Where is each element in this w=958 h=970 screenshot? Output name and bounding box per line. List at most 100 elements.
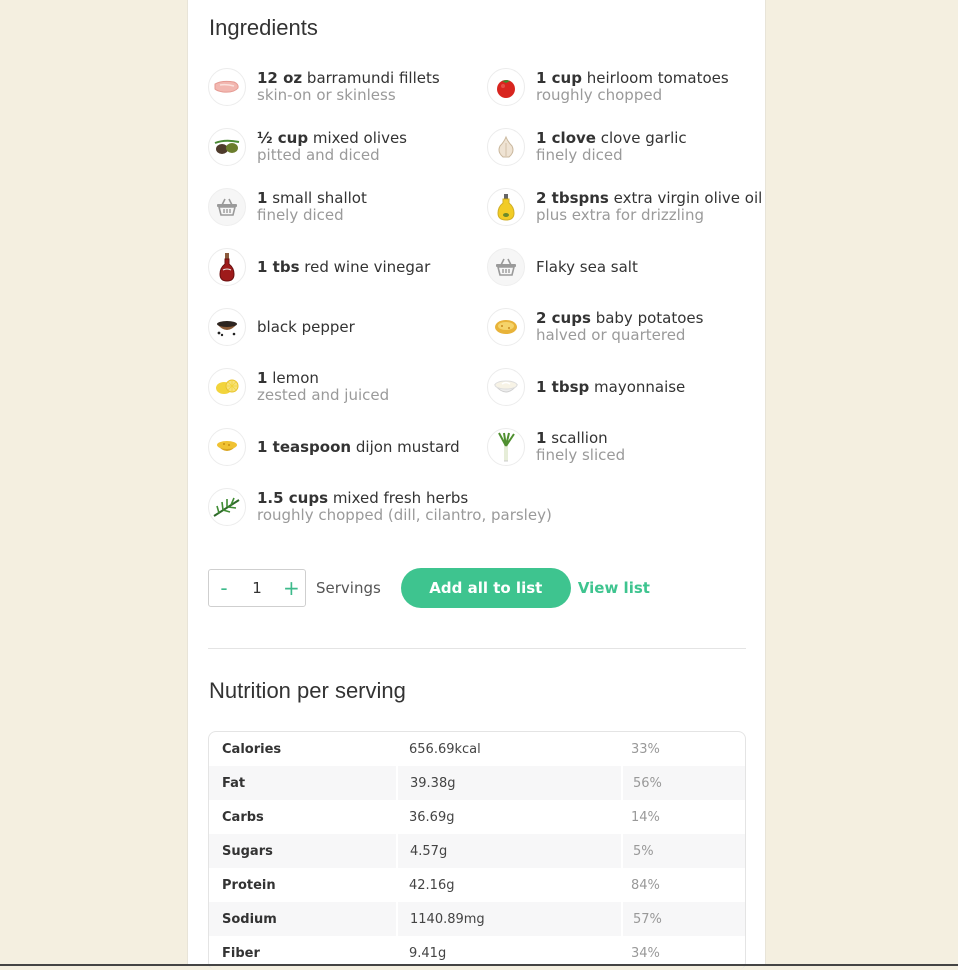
ingredient-name: Flaky sea salt — [536, 258, 638, 276]
nutrition-row: Sodium 1140.89mg 57% — [209, 902, 745, 936]
nutrition-row: Carbs 36.69g 14% — [209, 800, 745, 834]
nutrient-name: Sodium — [222, 911, 277, 927]
nutrient-amount: 1140.89mg — [396, 902, 621, 936]
ingredient-quantity: 1 — [536, 429, 547, 447]
scallion-icon — [487, 428, 525, 466]
ingredient-label: scallion — [551, 429, 608, 447]
servings-value[interactable]: 1 — [252, 579, 262, 597]
ingredient-text: 1 clove clove garlic finely diced — [536, 130, 687, 164]
nutrient-amount: 42.16g — [409, 877, 455, 893]
ingredient-label: black pepper — [257, 317, 355, 336]
ingredient-quantity: 1 — [257, 189, 268, 207]
nutrition-row: Sugars 4.57g 5% — [209, 834, 745, 868]
nutrient-amount: 656.69kcal — [409, 741, 481, 757]
ingredient-item: 1 tbsp mayonnaise — [487, 366, 685, 408]
ingredient-name: ½ cup mixed olives — [257, 130, 407, 147]
mustard-icon — [208, 428, 246, 466]
ingredient-label: small shallot — [272, 189, 367, 207]
ingredient-quantity: 1 — [257, 369, 268, 387]
ingredient-item: 2 tbspns extra virgin olive oil plus extr… — [487, 186, 762, 228]
ingredient-note: finely sliced — [536, 446, 626, 464]
ingredient-quantity: 12 oz — [257, 69, 303, 87]
ingredient-text: ½ cup mixed olives pitted and diced — [257, 130, 407, 164]
ingredient-item: 1 clove clove garlic finely diced — [487, 126, 687, 168]
ingredient-name: 1 scallion — [536, 430, 625, 447]
ingredient-quantity: 1 tbs — [257, 257, 300, 276]
basket-icon — [487, 248, 525, 286]
nutrient-amount: 39.38g — [396, 766, 621, 800]
ingredient-quantity: 1 tbsp — [536, 377, 590, 396]
increase-servings-button[interactable]: + — [283, 576, 300, 600]
decrease-servings-button[interactable]: - — [217, 576, 231, 600]
ingredient-text: 1 small shallot finely diced — [257, 190, 367, 224]
ingredient-label: lemon — [272, 369, 319, 387]
basket-icon — [208, 188, 246, 226]
ingredient-text: 1.5 cups mixed fresh herbs roughly choppe… — [257, 490, 552, 524]
ingredient-name: 1 teaspoon dijon mustard — [257, 437, 460, 456]
nutrient-amount: 36.69g — [409, 809, 455, 825]
ingredient-item: 1 cup heirloom tomatoes roughly chopped — [487, 66, 729, 108]
ingredient-note: zested and juiced — [257, 386, 390, 404]
ingredient-quantity: 1.5 cups — [257, 489, 329, 507]
servings-controls: - 1 + Servings Add all to list View list — [208, 568, 650, 608]
ingredient-item: 12 oz barramundi fillets skin-on or skinl… — [208, 66, 440, 108]
add-all-to-list-button[interactable]: Add all to list — [400, 568, 571, 608]
ingredient-text: 12 oz barramundi fillets skin-on or skinl… — [257, 70, 440, 104]
section-divider — [208, 648, 746, 649]
view-list-link[interactable]: View list — [578, 579, 650, 597]
ingredient-quantity: 1 clove — [536, 129, 596, 147]
ingredient-name: 1.5 cups mixed fresh herbs — [257, 490, 552, 507]
ingredient-text: black pepper — [257, 317, 355, 336]
nutrient-daily-percent: 56% — [621, 766, 745, 800]
ingredient-label: baby potatoes — [595, 309, 704, 327]
ingredient-item: 1 scallion finely sliced — [487, 426, 625, 468]
nutrient-name: Carbs — [222, 809, 264, 825]
ingredient-note: halved or quartered — [536, 326, 686, 344]
ingredient-item: ½ cup mixed olives pitted and diced — [208, 126, 407, 168]
garlic-icon — [487, 128, 525, 166]
nutrition-row: Protein 42.16g 84% — [209, 868, 745, 902]
ingredient-text: 2 tbspns extra virgin olive oil plus extr… — [536, 190, 762, 224]
ingredient-text: 1 scallion finely sliced — [536, 430, 625, 464]
nutrient-name: Fat — [222, 775, 246, 791]
ingredient-item: 1 tbs red wine vinegar — [208, 246, 430, 288]
ingredient-label: heirloom tomatoes — [586, 69, 729, 87]
fish-fillet-icon — [208, 68, 246, 106]
ingredient-item: 1 lemon zested and juiced — [208, 366, 389, 408]
ingredient-name: 1 lemon — [257, 370, 389, 387]
servings-stepper: - 1 + — [208, 569, 306, 607]
ingredient-text: 1 lemon zested and juiced — [257, 370, 389, 404]
recipe-card: Ingredients 12 oz barramundi fillets skin… — [187, 0, 766, 970]
ingredient-item: 1.5 cups mixed fresh herbs roughly choppe… — [208, 486, 552, 528]
nutrition-heading: Nutrition per serving — [209, 678, 406, 703]
pepper-bowl-icon — [208, 308, 246, 346]
ingredient-item: black pepper — [208, 306, 355, 348]
herbs-icon — [208, 488, 246, 526]
nutrient-daily-percent: 14% — [631, 809, 660, 825]
ingredient-quantity: ½ cup — [257, 129, 309, 147]
ingredient-label: red wine vinegar — [304, 257, 431, 276]
ingredient-text: 1 tbsp mayonnaise — [536, 377, 685, 396]
tomato-icon — [487, 68, 525, 106]
ingredient-name: 1 cup heirloom tomatoes — [536, 70, 729, 87]
nutrient-amount: 4.57g — [396, 834, 621, 868]
ingredient-name: 1 tbsp mayonnaise — [536, 377, 685, 396]
vinegar-bottle-icon — [208, 248, 246, 286]
ingredient-item: 2 cups baby potatoes halved or quartered — [487, 306, 703, 348]
nutrient-name: Protein — [222, 877, 276, 893]
nutrient-name: Calories — [222, 741, 282, 757]
nutrient-daily-percent: 5% — [621, 834, 745, 868]
ingredient-text: 1 tbs red wine vinegar — [257, 257, 431, 276]
ingredient-quantity: 1 teaspoon — [257, 437, 352, 456]
ingredient-name: 2 tbspns extra virgin olive oil — [536, 190, 762, 207]
ingredient-label: mixed fresh herbs — [332, 489, 469, 507]
potato-icon — [487, 308, 525, 346]
ingredient-item: 1 small shallot finely diced — [208, 186, 367, 228]
ingredient-item: 1 teaspoon dijon mustard — [208, 426, 460, 468]
ingredient-name: 1 tbs red wine vinegar — [257, 257, 431, 276]
ingredient-text: Flaky sea salt — [536, 258, 638, 276]
nutrition-row: Fat 39.38g 56% — [209, 766, 745, 800]
lemon-icon — [208, 368, 246, 406]
ingredient-label: barramundi fillets — [306, 69, 440, 87]
ingredient-note: plus extra for drizzling — [536, 206, 704, 224]
